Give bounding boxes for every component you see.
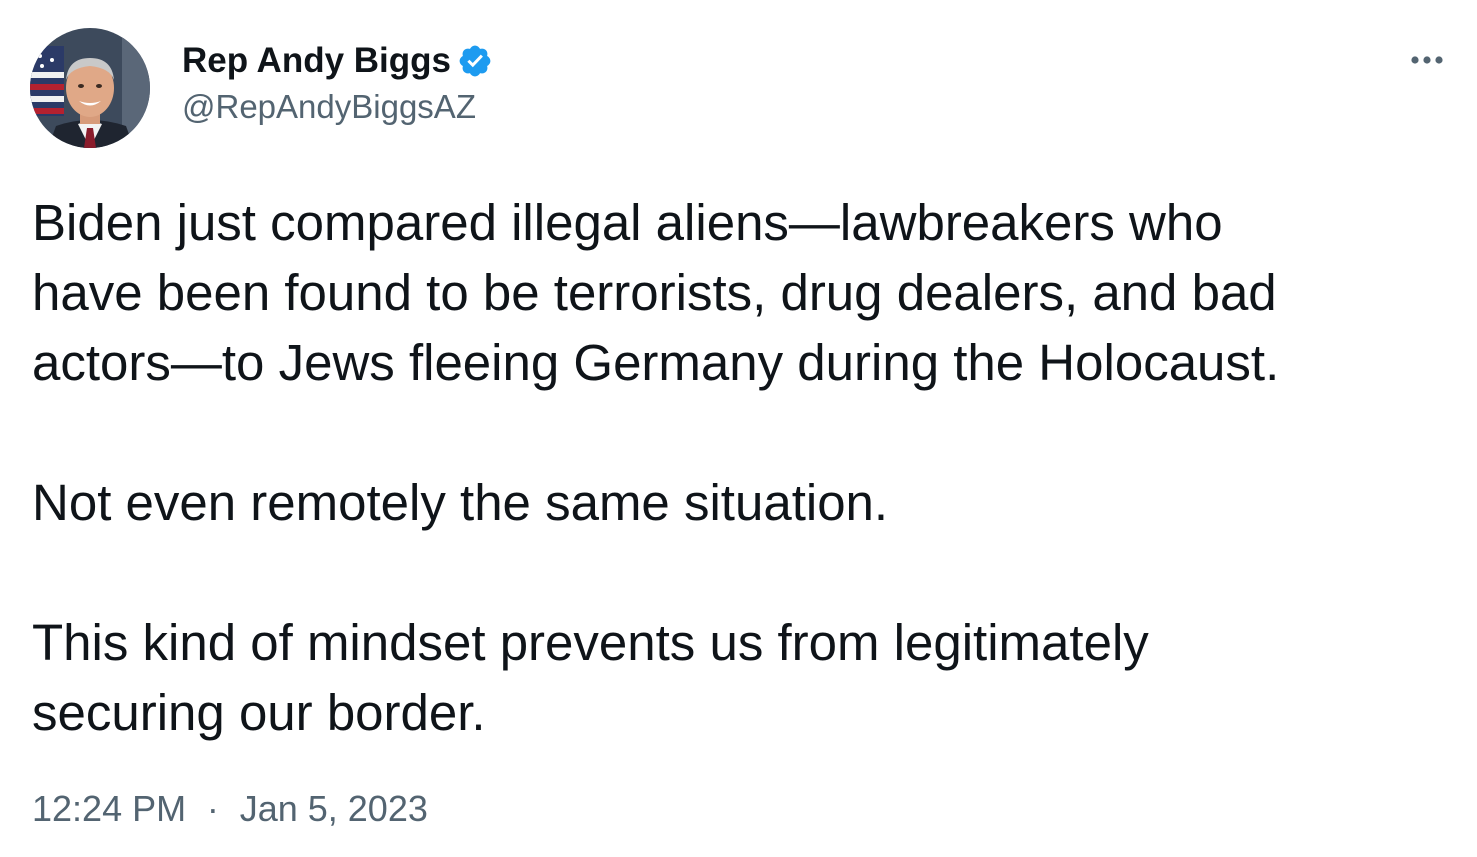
- tweet-time[interactable]: 12:24 PM: [32, 788, 186, 829]
- author-display-name[interactable]: Rep Andy Biggs: [182, 41, 451, 81]
- tweet-line: Not even remotely the same situation.: [32, 474, 889, 531]
- tweet-card: Rep Andy Biggs @RepAndyBiggsAZ Biden jus…: [0, 0, 1477, 857]
- tweet-line: have been found to be terrorists, drug d…: [32, 264, 1277, 321]
- tweet-text: Biden just compared illegal aliens—lawbr…: [32, 188, 1452, 748]
- verified-badge-icon[interactable]: [457, 43, 493, 79]
- tweet-line: actors—to Jews fleeing Germany during th…: [32, 334, 1280, 391]
- tweet-line: Biden just compared illegal aliens—lawbr…: [32, 194, 1223, 251]
- tweet-timestamp: 12:24 PM · Jan 5, 2023: [32, 788, 428, 830]
- tweet-line: securing our border.: [32, 684, 486, 741]
- avatar-image: [30, 28, 150, 148]
- tweet-line: This kind of mindset prevents us from le…: [32, 614, 1149, 671]
- tweet-date[interactable]: Jan 5, 2023: [240, 788, 428, 829]
- more-options-icon[interactable]: [1407, 46, 1447, 74]
- author-name-row: Rep Andy Biggs: [182, 38, 493, 84]
- timestamp-separator: ·: [206, 788, 219, 829]
- author-avatar[interactable]: [30, 28, 150, 148]
- author-handle[interactable]: @RepAndyBiggsAZ: [182, 88, 476, 126]
